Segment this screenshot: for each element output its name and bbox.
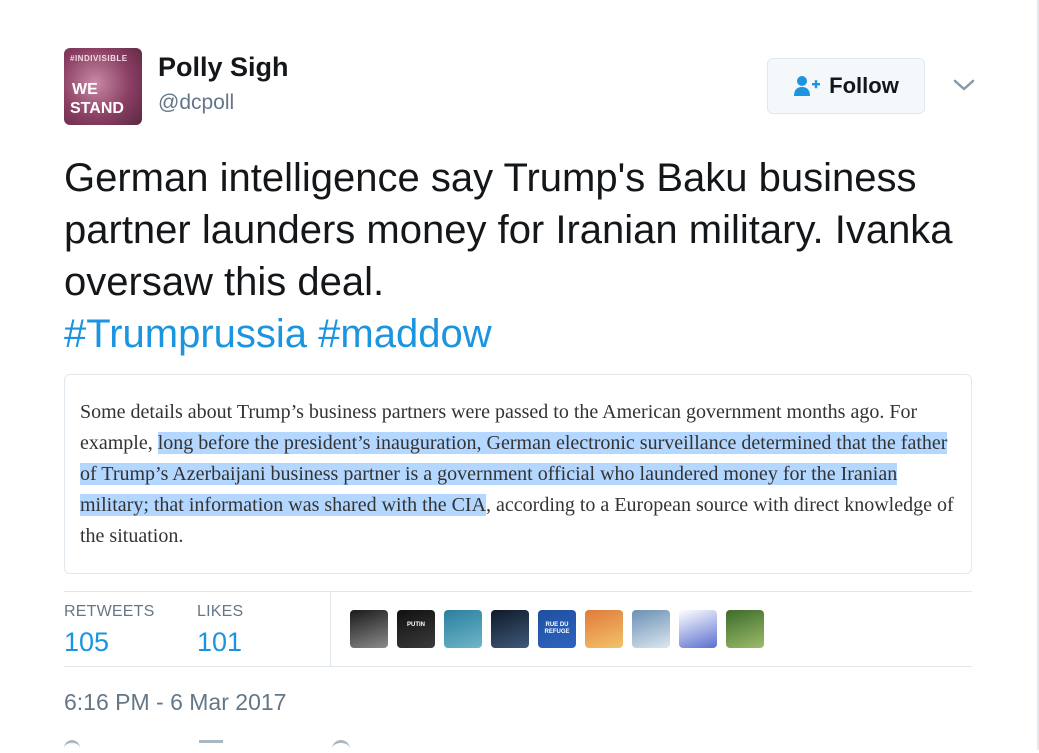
retweets-stat[interactable]: RETWEETS 105 [64,603,155,658]
liker-avatar-2[interactable]: PUTIN [397,610,435,648]
liker-avatar-9[interactable] [726,610,764,648]
likes-count[interactable]: 101 [197,627,243,658]
liker-avatar-1[interactable] [350,610,388,648]
stats-top-divider [64,591,972,592]
liker-avatar-7[interactable] [632,610,670,648]
person-add-icon [794,76,821,96]
attached-image-text: Some details about Trump’s business part… [80,397,960,552]
avatar-top-text: #INDIVISIBLE [70,54,128,63]
likes-label: LIKES [197,603,244,620]
liker-avatar-5-text: RUE DU REFUGE [544,622,570,635]
liker-avatar-4[interactable] [491,610,529,648]
retweet-icon[interactable] [199,740,223,753]
chevron-down-icon[interactable] [952,76,976,94]
reply-icon[interactable] [64,740,80,753]
liker-avatar-3[interactable] [444,610,482,648]
avatar[interactable]: #INDIVISIBLE WE STAND [64,48,142,125]
hashtag-trumprussia[interactable]: #Trumprussia [64,312,307,356]
author-name[interactable]: Polly Sigh [158,52,289,83]
follow-button[interactable]: Follow [767,58,925,114]
retweets-label: RETWEETS [64,603,155,620]
hashtag-maddow[interactable]: #maddow [318,312,491,356]
avatar-line2: STAND [70,100,124,117]
tweet-timestamp[interactable]: 6:16 PM - 6 Mar 2017 [64,689,286,716]
stats-separator [330,592,331,666]
like-icon[interactable] [332,740,350,753]
likes-stat[interactable]: LIKES 101 [197,603,243,658]
avatar-line1: WE [72,81,98,98]
liker-avatar-5[interactable]: RUE DU REFUGE [538,610,576,648]
retweets-count[interactable]: 105 [64,627,155,658]
attached-image[interactable]: Some details about Trump’s business part… [64,374,972,574]
follow-button-label: Follow [829,73,899,98]
stats-bottom-divider [64,666,972,667]
tweet-body: German intelligence say Trump's Baku bus… [64,156,953,304]
liker-avatars: PUTIN RUE DU REFUGE [350,610,764,648]
tweet-actions [64,740,464,752]
author-handle[interactable]: @dcpoll [158,91,234,115]
liker-avatar-8[interactable] [679,610,717,648]
liker-avatar-2-text: PUTIN [407,622,425,628]
liker-avatar-6[interactable] [585,610,623,648]
tweet-text: German intelligence say Trump's Baku bus… [64,152,984,360]
